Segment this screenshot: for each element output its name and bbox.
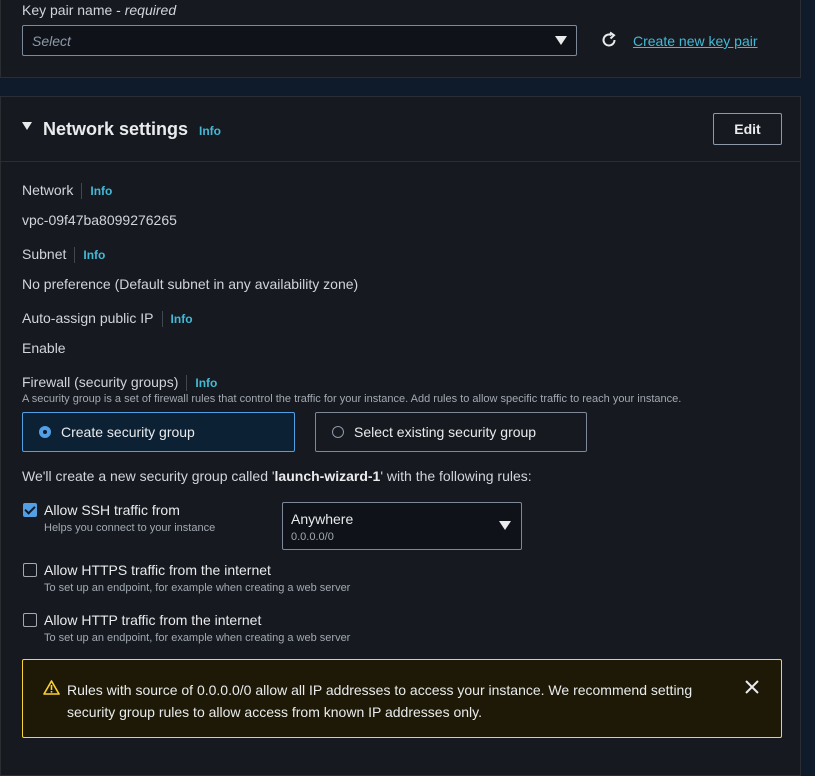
sg-note-suffix: ' with the following rules: <box>380 468 532 484</box>
key-pair-select[interactable]: Select <box>22 25 577 56</box>
network-settings-title: Network settings <box>43 119 189 139</box>
https-rule-desc: To set up an endpoint, for example when … <box>44 582 351 594</box>
warning-line-1: Rules with source of 0.0.0.0/0 allow all… <box>67 682 693 698</box>
ssh-source-select[interactable]: Anywhere 0.0.0.0/0 <box>282 502 522 550</box>
network-settings-info-link[interactable]: Info <box>199 124 221 138</box>
http-checkbox[interactable] <box>23 613 37 627</box>
https-checkbox[interactable] <box>23 563 37 577</box>
security-group-note: We'll create a new security group called… <box>22 468 532 484</box>
auto-ip-label: Auto-assign public IP <box>22 310 154 326</box>
network-label: Network <box>22 182 74 198</box>
auto-ip-field-label: Auto-assign public IP Info <box>22 310 193 328</box>
refresh-icon[interactable] <box>600 31 618 49</box>
divider <box>74 246 76 263</box>
close-icon[interactable] <box>745 680 759 694</box>
subnet-field-label: Subnet Info <box>22 246 105 264</box>
network-field-label: Network Info <box>22 182 112 200</box>
subnet-info-link[interactable]: Info <box>83 248 105 262</box>
warning-text: Rules with source of 0.0.0.0/0 allow all… <box>67 679 692 723</box>
key-pair-select-placeholder: Select <box>32 33 71 49</box>
caret-down-icon <box>555 36 567 45</box>
sg-name: launch-wizard-1 <box>274 468 381 484</box>
create-security-group-option[interactable]: Create security group <box>22 412 295 452</box>
sg-note-prefix: We'll create a new security group called… <box>22 468 275 484</box>
ssh-source-value: Anywhere <box>291 511 354 527</box>
firewall-label: Firewall (security groups) <box>22 374 179 390</box>
divider <box>161 310 163 327</box>
ssh-source-sub: 0.0.0.0/0 <box>291 531 334 543</box>
http-rule-desc: To set up an endpoint, for example when … <box>44 632 351 644</box>
ssh-rule-title: Allow SSH traffic from <box>44 502 180 518</box>
network-value: vpc-09f47ba8099276265 <box>22 212 177 228</box>
ssh-rule-desc: Helps you connect to your instance <box>44 522 216 534</box>
radio-unselected[interactable] <box>332 426 344 438</box>
collapse-caret-icon[interactable] <box>22 122 32 130</box>
key-pair-label: Key pair name - required <box>22 2 177 18</box>
select-existing-security-group-option[interactable]: Select existing security group <box>315 412 587 452</box>
firewall-description: A security group is a set of firewall ru… <box>22 393 682 405</box>
select-existing-security-group-label: Select existing security group <box>354 424 537 440</box>
key-pair-label-text: Key pair name <box>22 2 113 18</box>
edit-button[interactable]: Edit <box>713 113 782 145</box>
radio-selected[interactable] <box>39 426 51 438</box>
create-security-group-label: Create security group <box>61 424 195 440</box>
warning-line-2: security group rules to allow access fro… <box>67 704 483 720</box>
auto-ip-value: Enable <box>22 340 66 356</box>
auto-ip-info-link[interactable]: Info <box>171 312 193 326</box>
network-info-link[interactable]: Info <box>90 184 112 198</box>
firewall-info-link[interactable]: Info <box>195 376 217 390</box>
subnet-value: No preference (Default subnet in any ava… <box>22 276 359 292</box>
http-rule-title: Allow HTTP traffic from the internet <box>44 612 262 628</box>
warning-icon <box>43 680 60 695</box>
ssh-checkbox[interactable] <box>23 503 37 517</box>
network-settings-panel: Network settings Info Edit Network Info v… <box>0 96 801 776</box>
required-text: required <box>124 2 177 18</box>
warning-alert: Rules with source of 0.0.0.0/0 allow all… <box>22 659 782 738</box>
firewall-field-label: Firewall (security groups) Info <box>22 374 217 392</box>
https-rule-title: Allow HTTPS traffic from the internet <box>44 562 271 578</box>
header-divider <box>1 161 800 162</box>
key-pair-panel: Key pair name - required Select Create n… <box>0 0 801 78</box>
caret-down-icon <box>499 521 511 530</box>
divider <box>81 182 83 199</box>
divider <box>186 374 188 391</box>
subnet-label: Subnet <box>22 246 67 262</box>
create-key-pair-link[interactable]: Create new key pair <box>633 33 758 49</box>
